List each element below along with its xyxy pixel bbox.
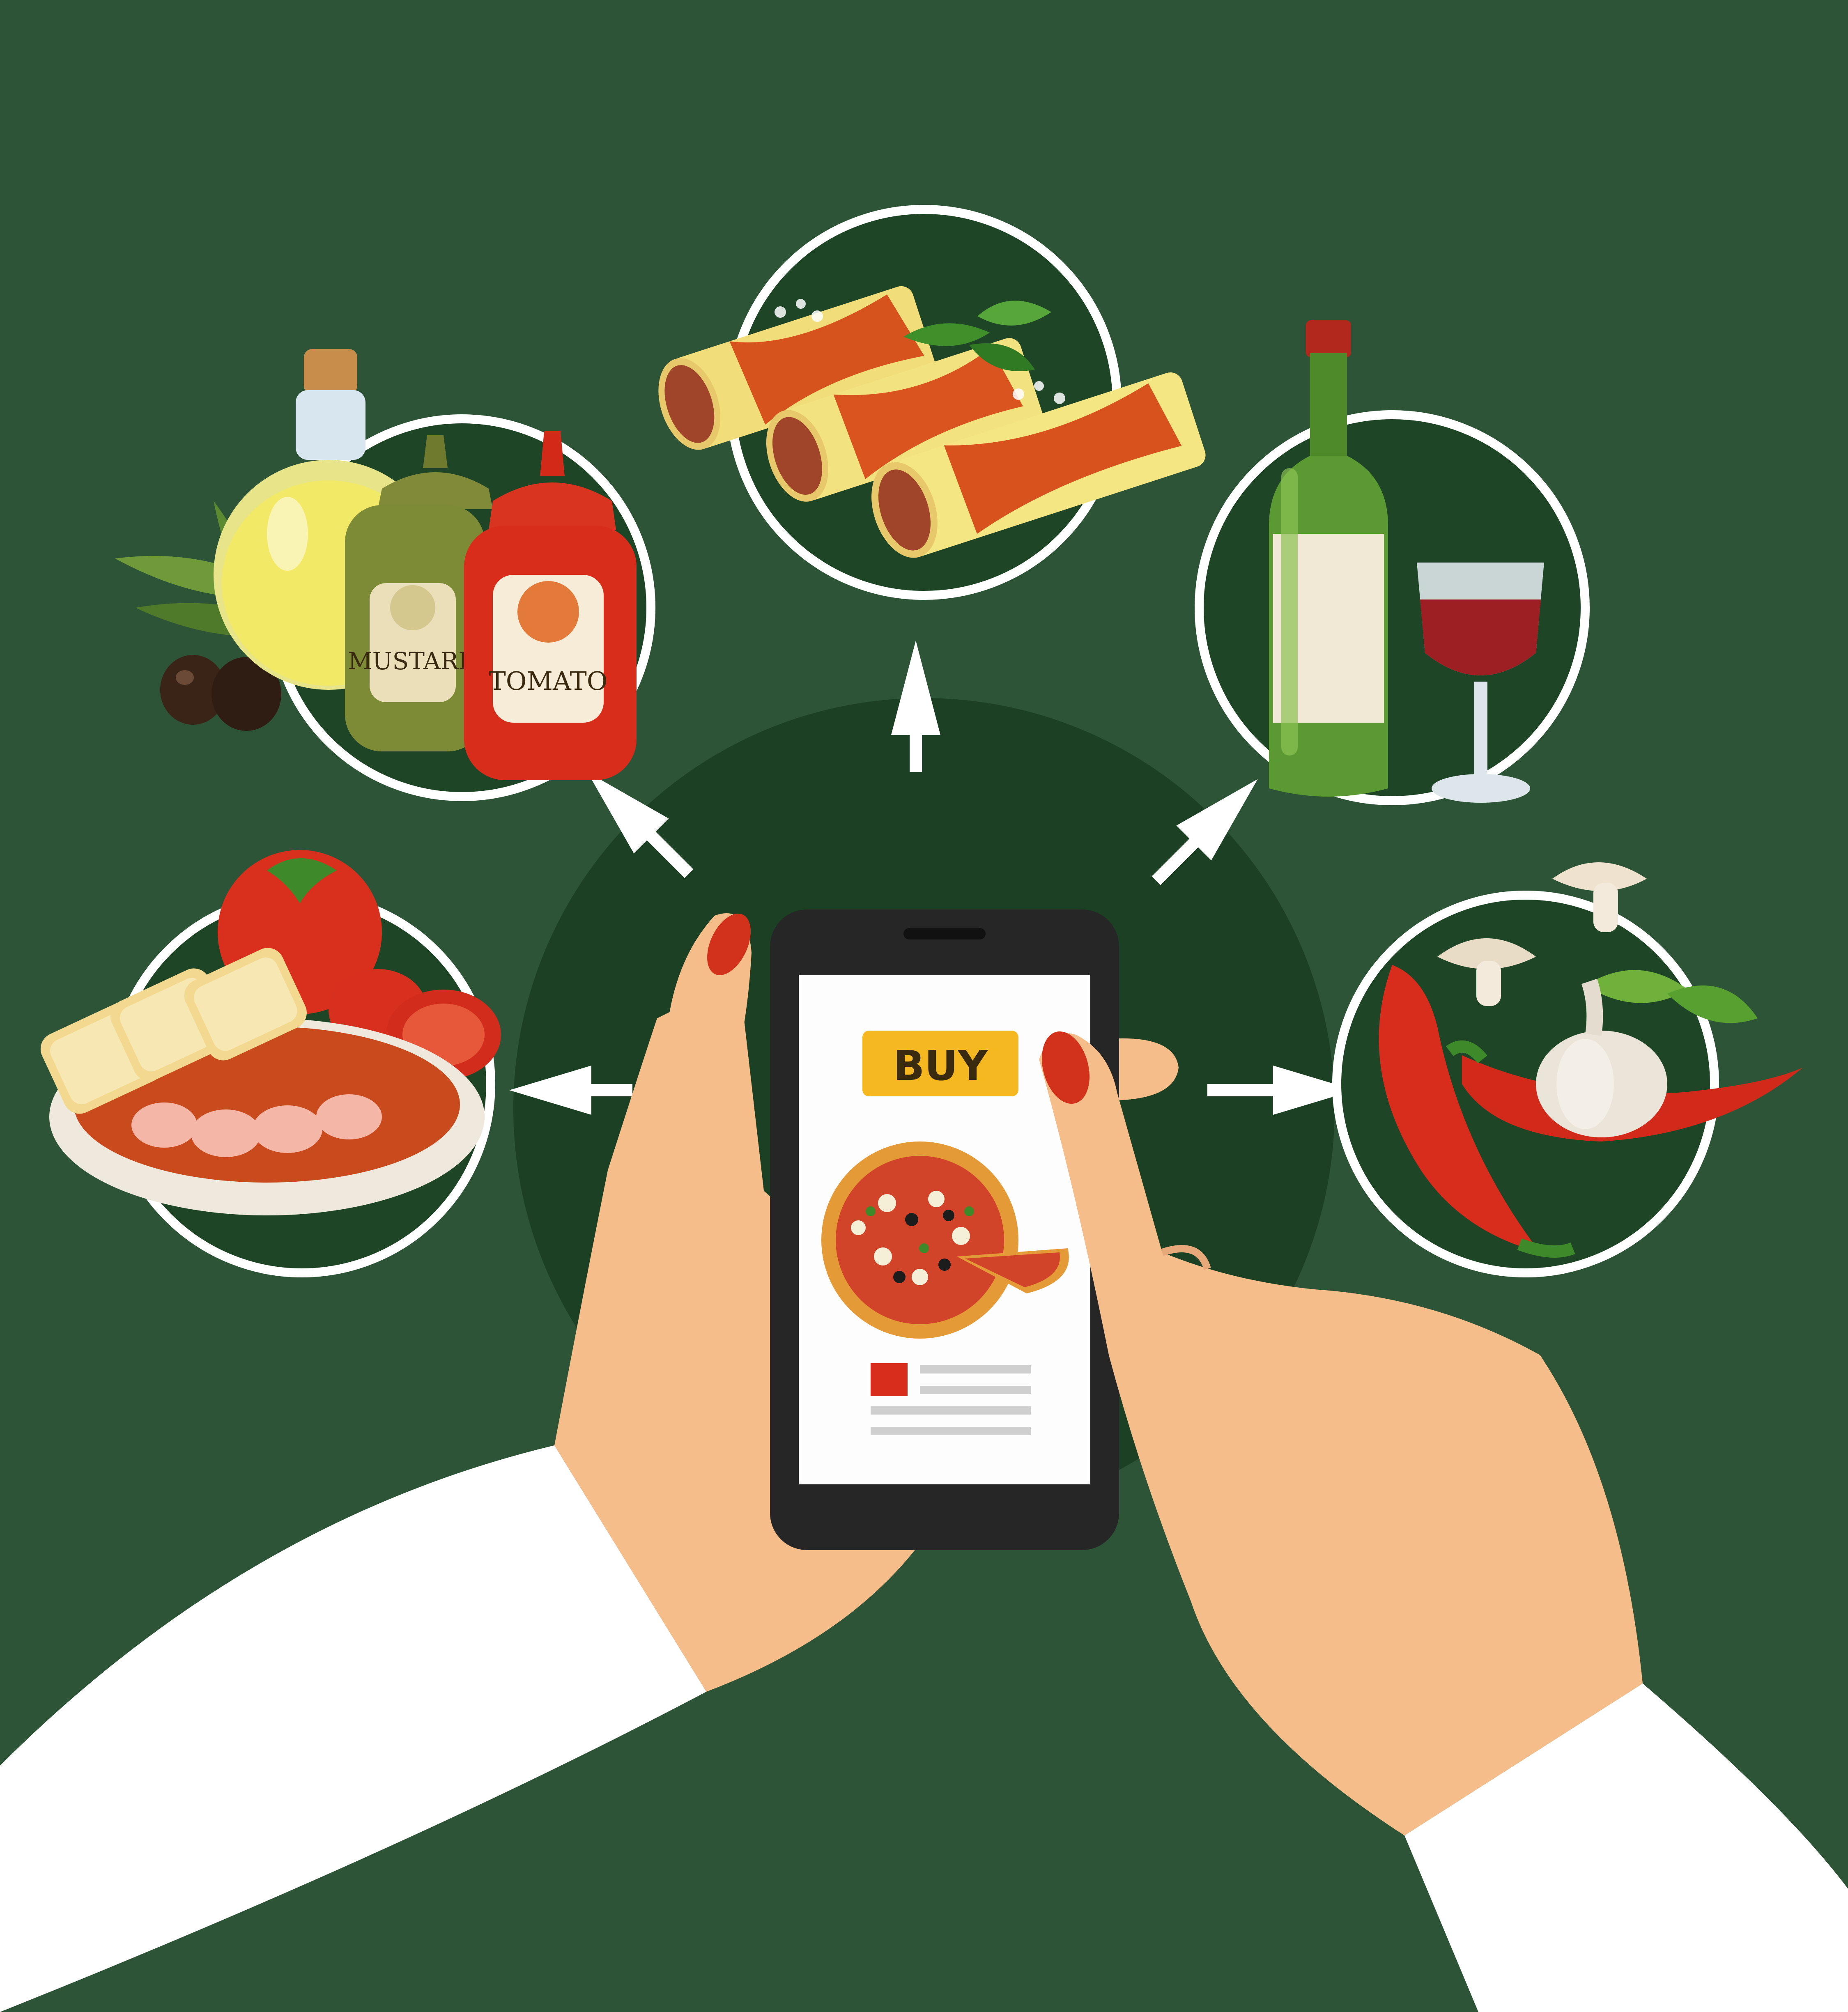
buy-button[interactable]: BUY — [862, 1031, 1018, 1096]
text-line — [871, 1427, 1031, 1435]
mustard-label: MUSTARD — [348, 647, 478, 675]
scene-canvas: MUSTARD TOMATO BUY — [0, 0, 1848, 2012]
text-line — [871, 1406, 1031, 1415]
phone-speaker — [903, 928, 986, 939]
buy-button-label: BUY — [893, 1042, 988, 1090]
text-line — [920, 1386, 1031, 1394]
text-line — [920, 1365, 1031, 1373]
tomato-label: TOMATO — [489, 666, 607, 696]
smartphone[interactable]: BUY — [770, 910, 1119, 1550]
red-square-icon — [871, 1363, 908, 1396]
